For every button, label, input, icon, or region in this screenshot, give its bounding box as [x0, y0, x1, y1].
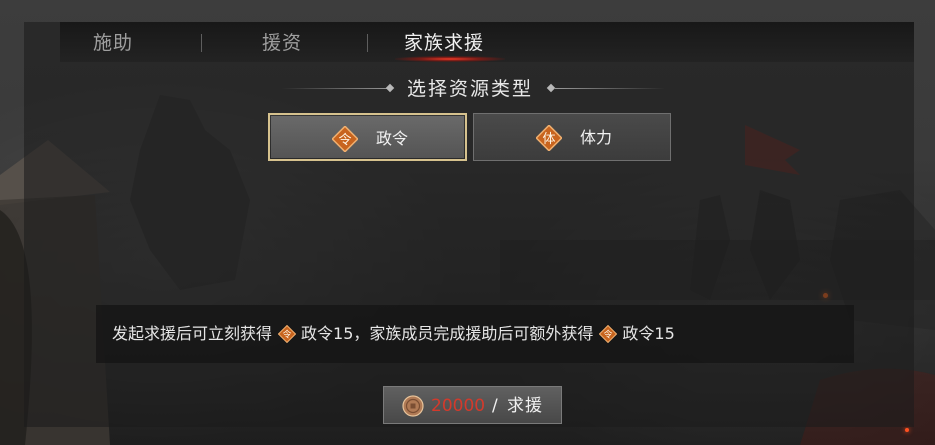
- ember-spark: [905, 428, 909, 432]
- cost-separator: /: [492, 396, 498, 416]
- tab-aid-resources[interactable]: 援资: [262, 28, 302, 58]
- order-token-icon: 令: [599, 325, 618, 343]
- resource-option-stamina[interactable]: 体 体力: [473, 113, 671, 161]
- tab-divider: [367, 34, 368, 52]
- cost-amount: 20000: [431, 396, 486, 416]
- reward-label: 政令: [301, 324, 334, 343]
- svg-text:令: 令: [604, 329, 613, 341]
- resource-option-label: 政令: [376, 129, 409, 148]
- tab-assist[interactable]: 施助: [93, 28, 133, 58]
- title-divider-right: [555, 88, 665, 89]
- resource-option-order[interactable]: 令 政令: [268, 113, 467, 161]
- tab-family-request[interactable]: 家族求援: [404, 28, 484, 58]
- svg-text:体: 体: [542, 132, 555, 147]
- reward-amount: 15: [333, 324, 354, 343]
- section-title: 选择资源类型: [406, 78, 533, 100]
- resource-option-label: 体力: [580, 128, 613, 147]
- coin-icon: [402, 395, 424, 417]
- order-token-icon: 令: [332, 126, 358, 152]
- info-text-part2: ，家族成员完成援助后可额外获得: [353, 324, 594, 343]
- title-divider-left: [282, 88, 392, 89]
- reward-amount: 15: [654, 324, 675, 343]
- active-tab-indicator: [395, 56, 505, 62]
- info-text-part1: 发起求援后可立刻获得: [112, 324, 273, 343]
- svg-text:令: 令: [283, 329, 292, 341]
- stamina-token-icon: 体: [536, 125, 562, 151]
- order-token-icon: 令: [278, 325, 297, 343]
- request-aid-label: 求援: [507, 396, 543, 416]
- svg-text:令: 令: [338, 133, 351, 148]
- tab-divider: [201, 34, 202, 52]
- reward-label: 政令: [622, 324, 655, 343]
- request-reward-info: 发起求援后可立刻获得 令 政令 15 ，家族成员完成援助后可额外获得 令 政令 …: [112, 320, 675, 348]
- request-aid-button[interactable]: 20000 / 求援: [383, 386, 562, 424]
